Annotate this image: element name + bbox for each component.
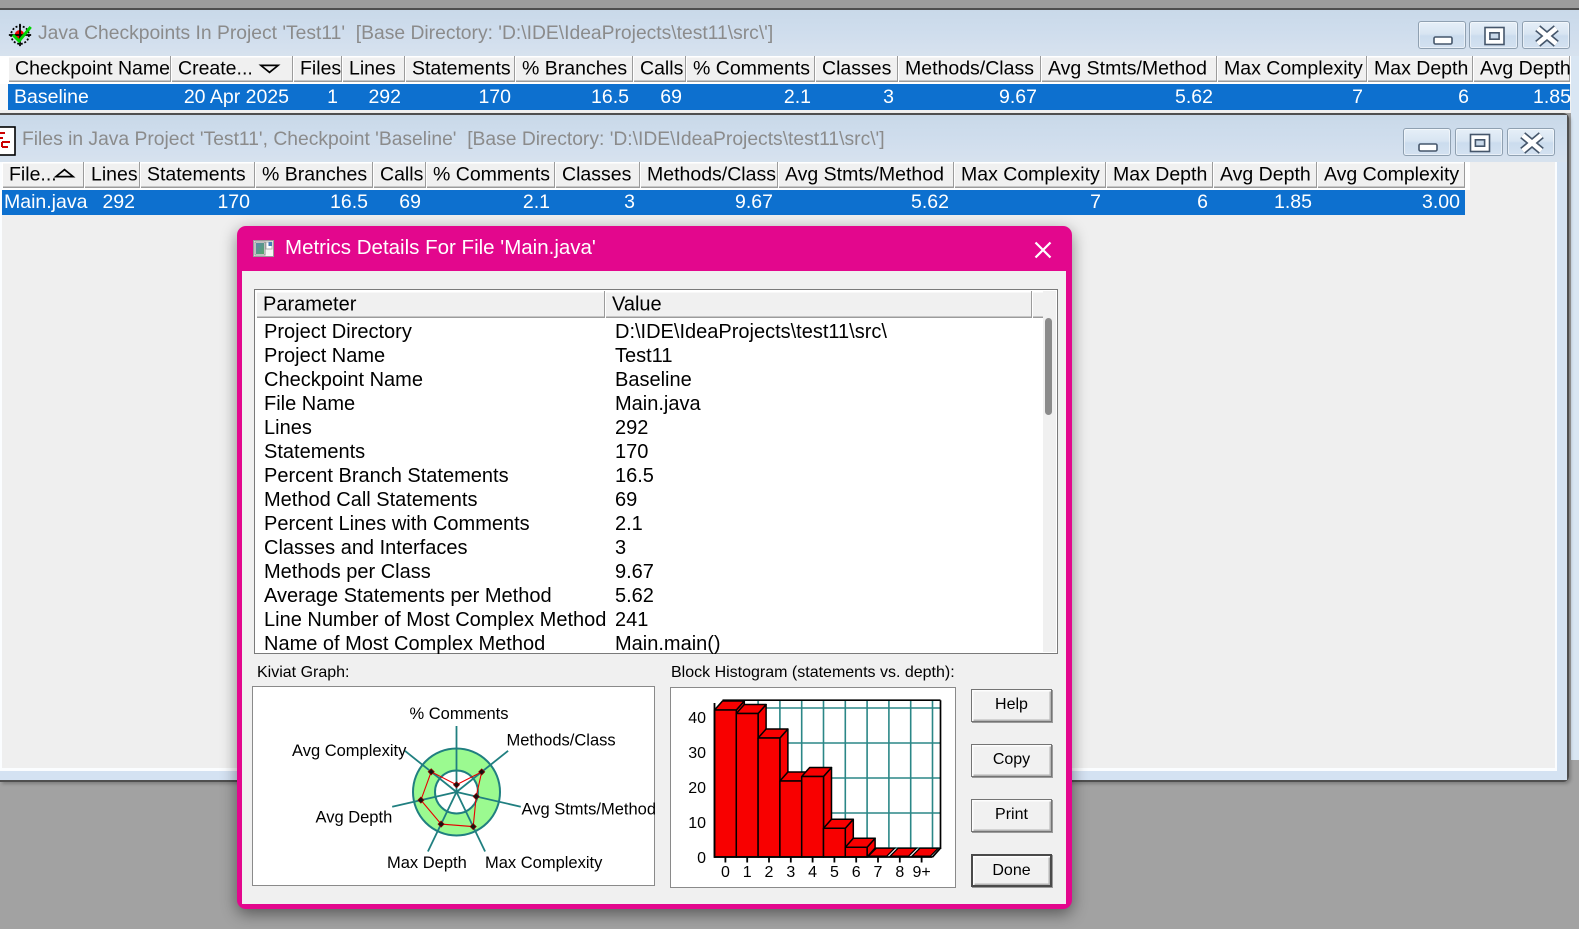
svg-text:1: 1 [743,864,752,881]
svg-text:2: 2 [765,864,774,881]
svg-text:Avg Complexity: Avg Complexity [292,742,407,760]
svg-text:5: 5 [830,864,839,881]
svg-text:% Comments: % Comments [409,705,508,723]
svg-text:20: 20 [688,780,706,797]
svg-text:0: 0 [721,864,730,881]
svg-text:30: 30 [688,745,706,762]
svg-text:Max Depth: Max Depth [387,854,467,872]
svg-text:40: 40 [688,710,706,727]
svg-text:Methods/Class: Methods/Class [507,732,616,750]
svg-text:0: 0 [697,850,706,867]
svg-text:3: 3 [786,864,795,881]
svg-text:7: 7 [874,864,883,881]
svg-text:6: 6 [852,864,861,881]
svg-text:Max Complexity: Max Complexity [485,854,603,872]
svg-text:Avg Depth: Avg Depth [316,809,393,827]
svg-text:10: 10 [688,815,706,832]
svg-text:9+: 9+ [912,864,930,881]
svg-text:4: 4 [808,864,817,881]
svg-text:8: 8 [895,864,904,881]
svg-text:Avg Stmts/Method: Avg Stmts/Method [522,801,656,819]
